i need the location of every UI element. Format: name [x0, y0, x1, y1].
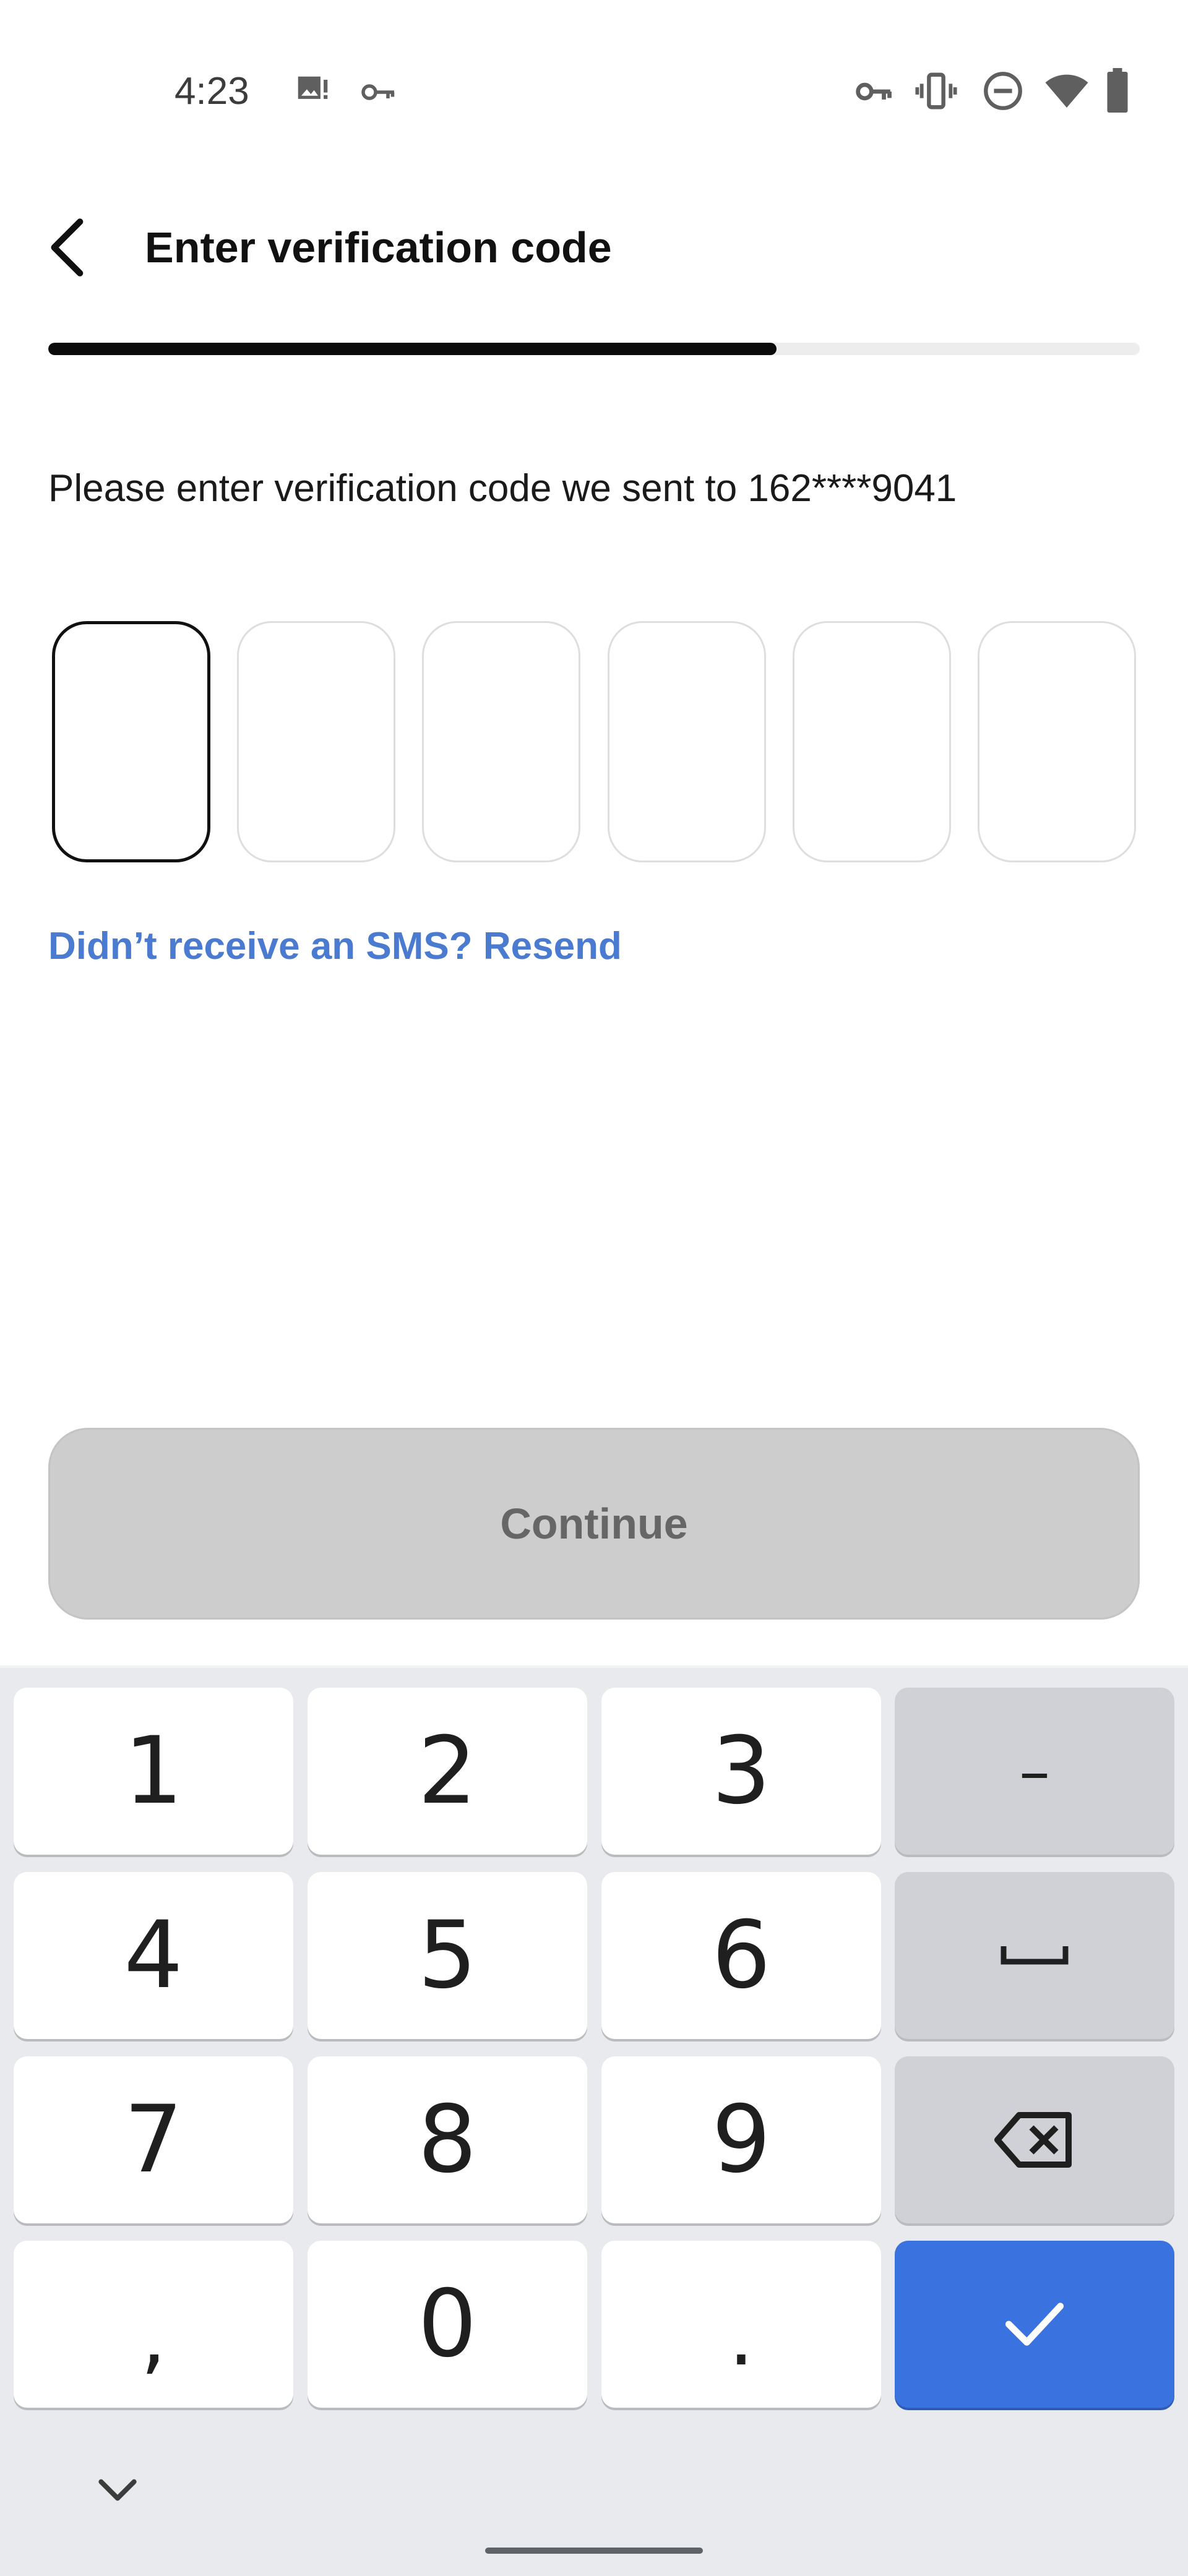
key-4[interactable]: 4 [14, 1872, 293, 2039]
progress-fill [48, 343, 777, 355]
key-icon [361, 84, 395, 100]
code-digit-box[interactable] [237, 621, 396, 862]
vibrate-icon [915, 72, 957, 109]
space-icon [1001, 1946, 1069, 1965]
key-1[interactable]: 1 [14, 1688, 293, 1855]
status-time: 4:23 [174, 70, 249, 113]
key-label: 1 [124, 1717, 183, 1825]
key-9[interactable]: 9 [601, 2056, 881, 2223]
key-label: 4 [124, 1902, 183, 2009]
key-label: – [1019, 1735, 1050, 1808]
key-label: 3 [712, 1717, 771, 1825]
key-7[interactable]: 7 [14, 2056, 293, 2223]
key-6[interactable]: 6 [601, 1872, 881, 2039]
key-enter[interactable] [895, 2241, 1174, 2408]
key-0[interactable]: 0 [308, 2241, 587, 2408]
code-digit-box[interactable] [607, 621, 766, 862]
page-title: Enter verification code [145, 223, 612, 272]
wifi-icon [1045, 74, 1088, 108]
key-label: 9 [712, 2086, 771, 2194]
code-digit-box[interactable] [52, 621, 210, 862]
chevron-down-icon[interactable] [93, 2468, 142, 2512]
key-space[interactable] [895, 1872, 1174, 2039]
back-button[interactable] [37, 210, 99, 285]
key-label: 8 [418, 2086, 477, 2194]
code-digit-box[interactable] [422, 621, 581, 862]
key-label: 7 [124, 2086, 183, 2194]
do-not-disturb-icon [984, 72, 1022, 110]
key-label: 5 [418, 1902, 477, 2009]
key-label: . [728, 2290, 754, 2384]
key-3[interactable]: 3 [601, 1688, 881, 1855]
key-minus[interactable]: – [895, 1688, 1174, 1855]
key-label: 0 [418, 2270, 477, 2378]
key-5[interactable]: 5 [308, 1872, 587, 2039]
key-comma[interactable]: , [14, 2241, 293, 2408]
image-alert-icon [298, 76, 328, 99]
battery-icon [1107, 68, 1128, 113]
gesture-nav-handle[interactable] [485, 2548, 703, 2554]
code-digit-box[interactable] [977, 621, 1136, 862]
key-backspace[interactable] [895, 2056, 1174, 2223]
instruction-text: Please enter verification code we sent t… [48, 467, 957, 510]
key-label: 6 [712, 1902, 771, 2009]
key-8[interactable]: 8 [308, 2056, 587, 2223]
verification-code-input[interactable] [52, 621, 1136, 862]
checkmark-icon [1005, 2303, 1064, 2346]
key-2[interactable]: 2 [308, 1688, 587, 1855]
continue-button[interactable]: Continue [48, 1428, 1140, 1620]
backspace-icon [994, 2112, 1072, 2168]
key-label: 2 [418, 1717, 477, 1825]
progress-bar [48, 343, 1140, 355]
chevron-left-icon [51, 218, 84, 277]
key-period[interactable]: . [601, 2241, 881, 2408]
key-label: , [140, 2290, 166, 2384]
vpn-key-icon [856, 82, 892, 101]
resend-link[interactable]: Didn’t receive an SMS? Resend [48, 916, 622, 977]
code-digit-box[interactable] [792, 621, 951, 862]
